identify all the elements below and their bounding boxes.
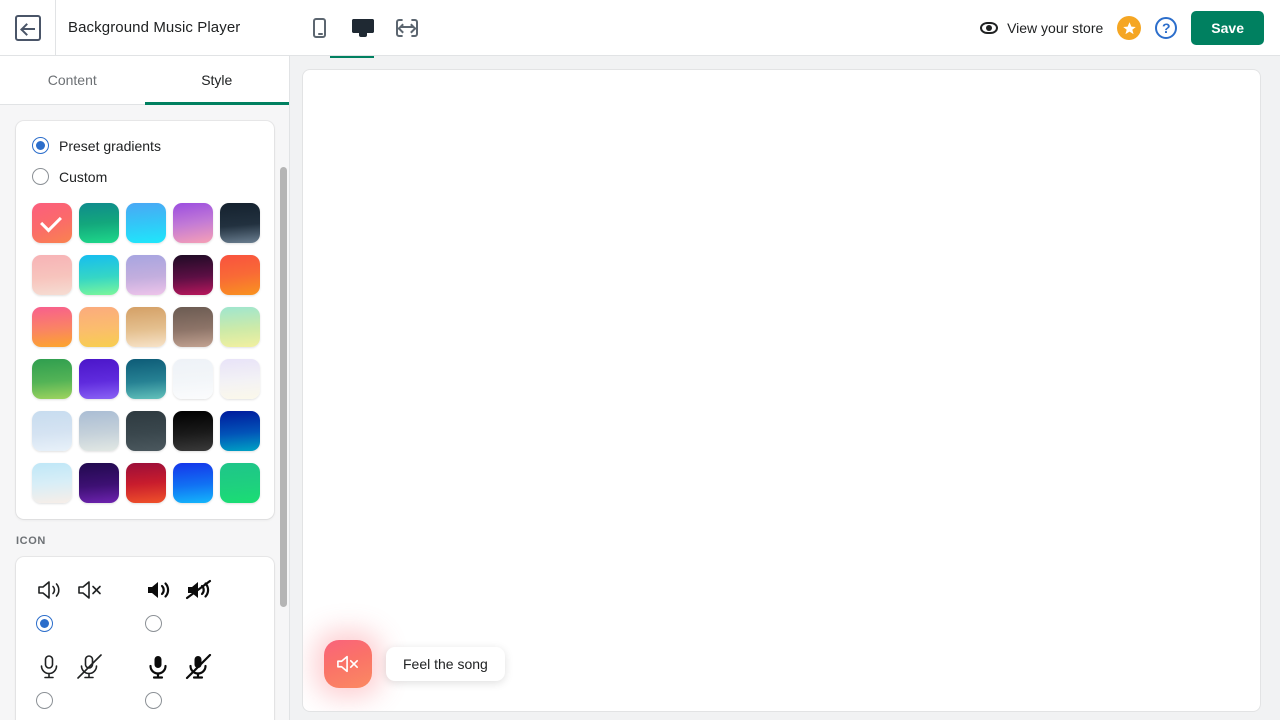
speaker-mute-filled-icon: [185, 579, 212, 600]
gradient-swatch-23[interactable]: [173, 411, 213, 451]
icon-option-speaker-outline[interactable]: [36, 575, 145, 632]
speaker-mute-outline-icon: [78, 581, 101, 599]
gradient-swatch-13[interactable]: [173, 307, 213, 347]
top-bar: Background Music Player View your store …: [0, 0, 1280, 56]
sidebar-scroll-area: Preset gradients Custom ICON: [0, 105, 289, 720]
option-custom[interactable]: Custom: [32, 168, 258, 185]
gradient-swatch-26[interactable]: [79, 463, 119, 503]
gradient-swatch-18[interactable]: [173, 359, 213, 399]
gradient-swatch-6[interactable]: [79, 255, 119, 295]
speaker-on-outline-icon: [38, 581, 60, 599]
background-card: Preset gradients Custom: [16, 121, 274, 519]
gradient-swatch-29[interactable]: [220, 463, 260, 503]
option-preset-gradients[interactable]: Preset gradients: [32, 137, 258, 154]
gradient-swatch-28[interactable]: [173, 463, 213, 503]
fullwidth-icon: [396, 19, 418, 37]
gradient-swatch-25[interactable]: [32, 463, 72, 503]
star-icon[interactable]: [1117, 16, 1142, 40]
microphone-filled-icons: [145, 652, 254, 682]
gradient-swatch-grid: [32, 203, 260, 503]
sidebar-scrollbar[interactable]: [279, 105, 289, 720]
gradient-swatch-10[interactable]: [32, 307, 72, 347]
icon-options-card: [16, 557, 274, 720]
radio-custom[interactable]: [32, 168, 49, 185]
gradient-swatch-14[interactable]: [220, 307, 260, 347]
gradient-swatch-17[interactable]: [126, 359, 166, 399]
header-actions: View your store ? Save: [980, 0, 1264, 56]
device-mobile-button[interactable]: [306, 13, 332, 43]
gradient-swatch-27[interactable]: [126, 463, 166, 503]
radio-icon-speaker-filled[interactable]: [145, 615, 162, 632]
gradient-swatch-22[interactable]: [126, 411, 166, 451]
tab-content[interactable]: Content: [0, 56, 145, 104]
speaker-filled-icons: [145, 575, 254, 605]
desktop-icon: [352, 19, 374, 37]
back-arrow-icon: [14, 14, 41, 41]
icon-option-speaker-filled[interactable]: [145, 575, 254, 632]
speaker-on-filled-icon: [148, 582, 170, 598]
music-player-widget: Feel the song: [324, 640, 505, 688]
radio-icon-microphone-filled[interactable]: [145, 692, 162, 709]
back-button[interactable]: [0, 0, 56, 56]
radio-icon-speaker-outline[interactable]: [36, 615, 53, 632]
option-preset-gradients-label: Preset gradients: [59, 137, 161, 154]
view-store-link[interactable]: View your store: [980, 20, 1103, 36]
icon-option-microphone-outline[interactable]: [36, 652, 145, 709]
sidebar-scrollbar-thumb[interactable]: [280, 167, 287, 607]
tab-style[interactable]: Style: [144, 56, 290, 105]
gradient-swatch-19[interactable]: [220, 359, 260, 399]
gradient-swatch-0[interactable]: [32, 203, 72, 243]
gradient-swatch-15[interactable]: [32, 359, 72, 399]
sidebar-tabs: Content Style: [0, 56, 289, 105]
music-player-toggle-button[interactable]: [324, 640, 372, 688]
mobile-icon: [312, 18, 326, 38]
settings-sidebar: Content Style Preset gradients Custom IC…: [0, 56, 290, 720]
gradient-swatch-21[interactable]: [79, 411, 119, 451]
device-fullwidth-button[interactable]: [394, 13, 420, 43]
save-button[interactable]: Save: [1191, 11, 1264, 45]
gradient-swatch-2[interactable]: [126, 203, 166, 243]
view-store-label: View your store: [1007, 20, 1104, 36]
icon-section-label: ICON: [16, 535, 46, 547]
microphone-filled-icon: [149, 656, 167, 679]
microphone-mute-outline-icon: [77, 654, 102, 679]
gradient-swatch-11[interactable]: [79, 307, 119, 347]
microphone-outline-icon: [40, 655, 58, 679]
help-icon[interactable]: ?: [1155, 17, 1178, 39]
gradient-swatch-12[interactable]: [126, 307, 166, 347]
eye-icon: [980, 22, 999, 34]
store-preview-canvas: Feel the song: [303, 70, 1260, 711]
player-tooltip: Feel the song: [386, 647, 505, 681]
page-title: Background Music Player: [68, 19, 241, 36]
gradient-swatch-3[interactable]: [173, 203, 213, 243]
gradient-swatch-5[interactable]: [32, 255, 72, 295]
gradient-swatch-7[interactable]: [126, 255, 166, 295]
gradient-swatch-4[interactable]: [220, 203, 260, 243]
microphone-mute-filled-icon: [185, 654, 212, 680]
radio-icon-microphone-outline[interactable]: [36, 692, 53, 709]
device-preview-switcher: [306, 0, 420, 56]
option-custom-label: Custom: [59, 168, 108, 185]
gradient-swatch-8[interactable]: [173, 255, 213, 295]
icon-option-microphone-filled[interactable]: [145, 652, 254, 709]
speaker-outline-icons: [36, 575, 145, 605]
speaker-muted-icon: [337, 655, 358, 673]
gradient-swatch-9[interactable]: [220, 255, 260, 295]
icon-options-grid: [36, 575, 254, 720]
gradient-swatch-16[interactable]: [79, 359, 119, 399]
radio-preset-gradients[interactable]: [32, 137, 49, 154]
gradient-swatch-1[interactable]: [79, 203, 119, 243]
preview-area: Feel the song: [290, 56, 1280, 720]
device-desktop-button[interactable]: [350, 13, 376, 43]
gradient-swatch-24[interactable]: [220, 411, 260, 451]
gradient-swatch-20[interactable]: [32, 411, 72, 451]
microphone-outline-icons: [36, 652, 145, 682]
